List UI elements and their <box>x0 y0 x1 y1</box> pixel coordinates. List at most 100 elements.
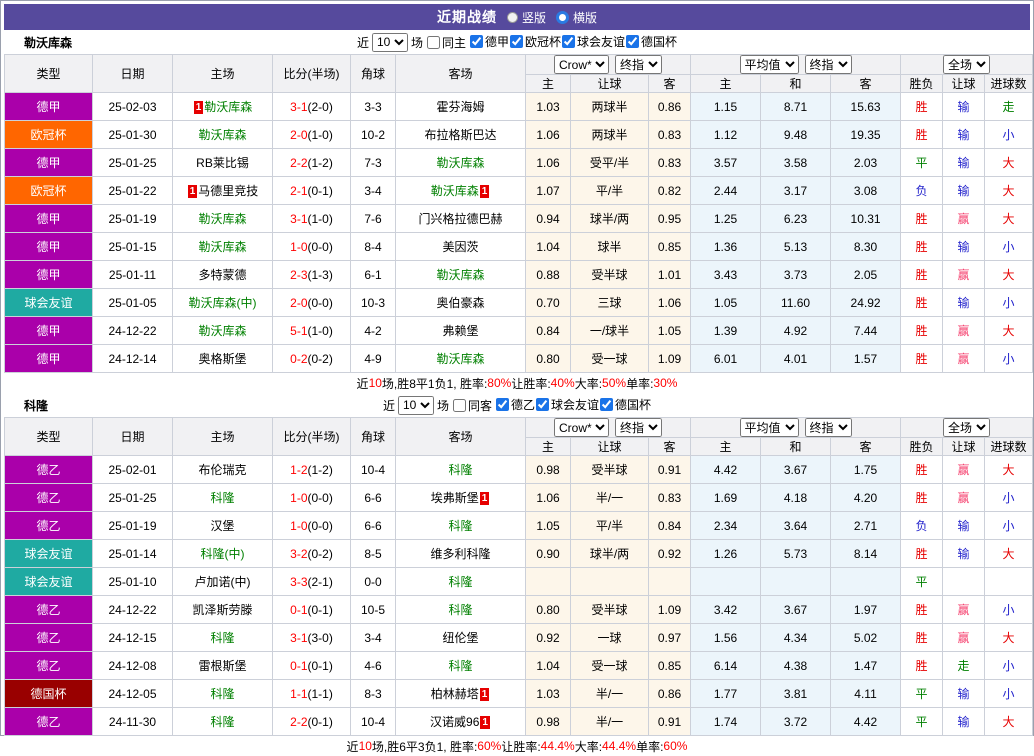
scope-select[interactable]: 全场 <box>943 55 990 74</box>
away-team-name[interactable]: 勒沃库森 <box>436 156 484 170</box>
sub-col-客: 客 <box>831 75 901 93</box>
away-team-name[interactable]: 门兴格拉德巴赫 <box>418 212 502 226</box>
scope-select[interactable]: 全场 <box>943 418 990 437</box>
col-date: 日期 <box>93 418 173 456</box>
date-cell: 24-12-22 <box>93 317 173 345</box>
odds-stage-select[interactable]: 终指 <box>615 55 662 74</box>
score-cell: 2-1(0-1) <box>273 177 351 205</box>
result-handicap: 输 <box>943 540 985 568</box>
home-team-name[interactable]: 科隆 <box>210 715 234 729</box>
match-row: 德甲25-01-15勒沃库森1-0(0-0)8-4美因茨1.04球半0.851.… <box>5 233 1033 261</box>
league-filter-欧冠杯[interactable]: 欧冠杯 <box>509 33 561 50</box>
home-team-name[interactable]: 雷根斯堡 <box>198 659 246 673</box>
recent-count-select[interactable]: 10 <box>398 396 434 415</box>
score-cell: 5-1(1-0) <box>273 317 351 345</box>
league-filter-球会友谊[interactable]: 球会友谊 <box>561 33 625 50</box>
same-venue-checkbox-label[interactable]: 同主 <box>426 34 466 51</box>
away-team-name[interactable]: 纽伦堡 <box>442 631 478 645</box>
recent-count-select[interactable]: 10 <box>372 33 408 52</box>
avg-source-select[interactable]: 平均值 <box>740 55 799 74</box>
away-team-name[interactable]: 奥伯豪森 <box>436 296 484 310</box>
home-team-name[interactable]: 科隆(中) <box>201 547 245 561</box>
league-filter-德甲[interactable]: 德甲 <box>469 33 509 50</box>
radio-checked-icon[interactable] <box>556 11 569 24</box>
away-team-name[interactable]: 布拉格斯巴达 <box>424 128 496 142</box>
away-team-name[interactable]: 科隆 <box>448 519 472 533</box>
odds-source-select[interactable]: Crow* <box>554 418 609 437</box>
home-team-name[interactable]: 科隆 <box>210 631 234 645</box>
league-filter-球会友谊[interactable]: 球会友谊 <box>535 396 599 413</box>
radio-unchecked-icon[interactable] <box>507 12 518 23</box>
league-filter-checkbox[interactable] <box>562 35 575 48</box>
page-title: 近期战绩 <box>437 7 497 27</box>
league-filter-checkbox[interactable] <box>536 398 549 411</box>
sub-col-主: 主 <box>691 438 761 456</box>
league-filter-checkbox[interactable] <box>496 398 509 411</box>
result-goals: 大 <box>985 261 1033 289</box>
away-team-name[interactable]: 科隆 <box>448 659 472 673</box>
away-team-name[interactable]: 弗赖堡 <box>442 324 478 338</box>
league-filter-checkbox[interactable] <box>510 35 523 48</box>
asian-home-odds: 1.07 <box>526 177 571 205</box>
away-team-name[interactable]: 勒沃库森 <box>431 184 479 198</box>
league-filter-checkbox[interactable] <box>600 398 613 411</box>
sub-col-客: 客 <box>831 438 901 456</box>
section-header: 科隆 近 10 场 同客 德乙球会友谊德国杯 <box>4 393 1030 417</box>
away-team-name[interactable]: 科隆 <box>448 463 472 477</box>
home-team-name[interactable]: RB莱比锡 <box>196 156 249 170</box>
home-team-name[interactable]: 布伦瑞克 <box>198 463 246 477</box>
avg-stage-select[interactable]: 终指 <box>805 418 852 437</box>
sub-col-让球: 让球 <box>943 75 985 93</box>
home-team-name[interactable]: 勒沃库森 <box>198 128 246 142</box>
home-team-name[interactable]: 汉堡 <box>210 519 234 533</box>
summary-value: 44.4% <box>602 739 636 753</box>
asian-away-odds: 0.86 <box>649 93 691 121</box>
same-venue-checkbox-label[interactable]: 同客 <box>452 397 492 414</box>
away-team-name[interactable]: 科隆 <box>448 575 472 589</box>
odds-stage-select[interactable]: 终指 <box>615 418 662 437</box>
league-filter-德乙[interactable]: 德乙 <box>495 396 535 413</box>
same-venue-checkbox[interactable] <box>453 399 466 412</box>
home-team-name[interactable]: 勒沃库森(中) <box>189 296 257 310</box>
home-team-name[interactable]: 科隆 <box>210 687 234 701</box>
matches-unit-label: 场 <box>437 397 449 414</box>
home-team-name[interactable]: 凯泽斯劳滕 <box>192 603 252 617</box>
away-team-name[interactable]: 勒沃库森 <box>436 352 484 366</box>
away-team-name[interactable]: 科隆 <box>448 603 472 617</box>
league-filter-checkbox[interactable] <box>626 35 639 48</box>
league-filter-checkbox[interactable] <box>470 35 483 48</box>
handicap-line: 平/半 <box>571 177 649 205</box>
corner-cell: 6-6 <box>351 484 396 512</box>
home-team-name[interactable]: 勒沃库森 <box>198 240 246 254</box>
home-team-name[interactable]: 勒沃库森 <box>198 212 246 226</box>
away-team-name[interactable]: 汉诺威96 <box>430 715 479 729</box>
away-team-name[interactable]: 美因茨 <box>442 240 478 254</box>
euro-draw-odds: 4.18 <box>761 484 831 512</box>
away-team-name[interactable]: 维多利科隆 <box>430 547 490 561</box>
away-team-name[interactable]: 柏林赫塔 <box>431 687 479 701</box>
match-row: 德乙24-12-08雷根斯堡0-1(0-1)4-6科隆1.04受一球0.856.… <box>5 652 1033 680</box>
horizontal-layout-radio[interactable]: 横版 <box>556 9 597 26</box>
avg-stage-select[interactable]: 终指 <box>805 55 852 74</box>
home-team-name[interactable]: 马德里竞技 <box>198 184 258 198</box>
score-cell: 2-3(1-3) <box>273 261 351 289</box>
league-filter-label: 德国杯 <box>615 396 651 413</box>
avg-source-select[interactable]: 平均值 <box>740 418 799 437</box>
away-team-name[interactable]: 埃弗斯堡 <box>431 491 479 505</box>
league-filter-德国杯[interactable]: 德国杯 <box>625 33 677 50</box>
home-team-name[interactable]: 科隆 <box>210 491 234 505</box>
vertical-layout-radio[interactable]: 竖版 <box>507 9 546 26</box>
home-team-name[interactable]: 奥格斯堡 <box>198 352 246 366</box>
same-venue-checkbox[interactable] <box>427 36 440 49</box>
home-team-name[interactable]: 多特蒙德 <box>198 268 246 282</box>
away-team-name[interactable]: 霍芬海姆 <box>436 100 484 114</box>
home-team-name[interactable]: 勒沃库森 <box>198 324 246 338</box>
away-team-name[interactable]: 勒沃库森 <box>436 268 484 282</box>
home-team-name[interactable]: 勒沃库森 <box>204 100 252 114</box>
league-filter-德国杯[interactable]: 德国杯 <box>599 396 651 413</box>
odds-source-select[interactable]: Crow* <box>554 55 609 74</box>
euro-home-odds: 1.39 <box>691 317 761 345</box>
euro-draw-odds: 3.81 <box>761 680 831 708</box>
sub-col-胜负: 胜负 <box>901 438 943 456</box>
home-team-name[interactable]: 卢加诺(中) <box>195 575 251 589</box>
